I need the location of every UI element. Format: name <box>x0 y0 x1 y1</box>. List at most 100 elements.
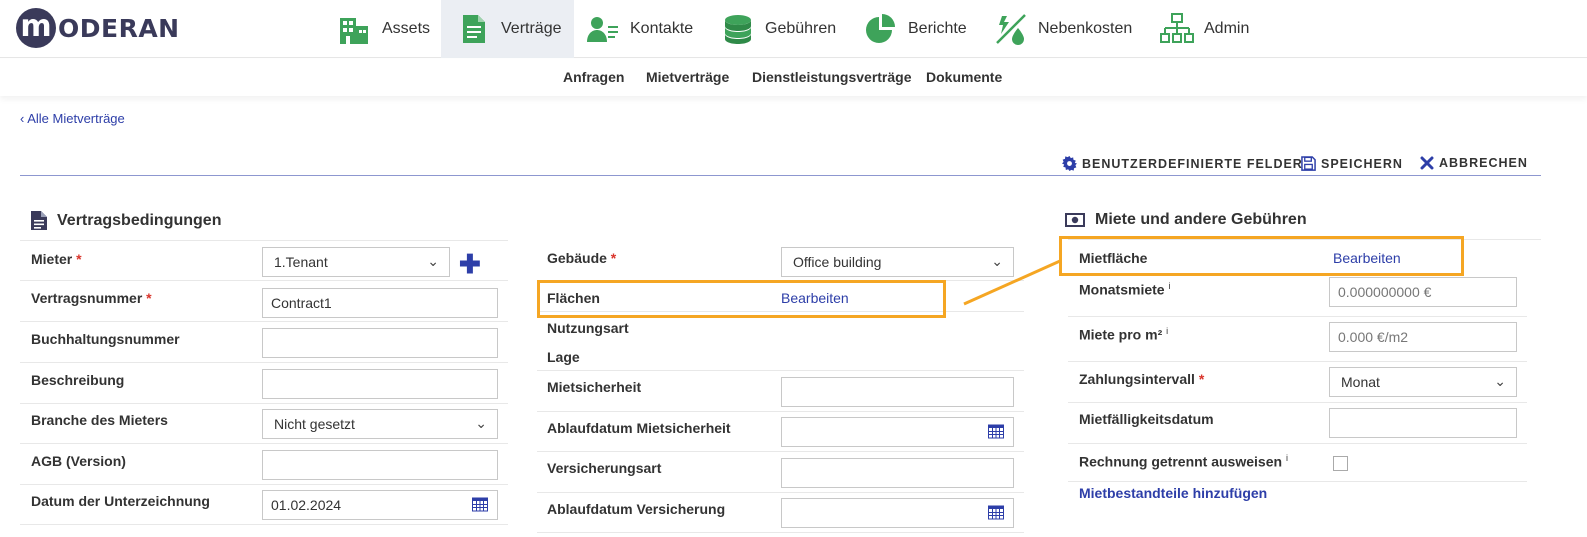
info-icon: i <box>1166 326 1169 336</box>
tenant-industry-label: Branche des Mieters <box>31 412 168 428</box>
save-label: SPEICHERN <box>1321 156 1403 171</box>
nav-berichte-label: Berichte <box>908 20 967 37</box>
deposit-expiry-label: Ablaufdatum Mietsicherheit <box>547 420 731 436</box>
nav-assets-label: Assets <box>382 20 431 37</box>
tenant-industry-select[interactable]: Nicht gesetzt ⌄ <box>262 409 498 439</box>
location-row: Lage <box>537 341 1024 371</box>
insurance-expiry-label: Ablaufdatum Versicherung <box>547 501 726 517</box>
rent-and-fees-heading: Miete und andere Gebühren <box>1065 211 1307 229</box>
location-label: Lage <box>547 349 580 365</box>
moderan-logo[interactable]: m ODERAN <box>16 8 180 48</box>
payment-interval-label: Zahlungsintervall * <box>1079 371 1205 387</box>
org-chart-icon <box>1160 12 1194 46</box>
calendar-icon[interactable] <box>472 497 488 512</box>
nav-kontakte[interactable]: Kontakte <box>586 0 704 58</box>
money-bill-icon <box>1065 213 1085 227</box>
nav-admin-label: Admin <box>1204 20 1250 37</box>
description-label: Beschreibung <box>31 372 125 388</box>
add-rent-components-link[interactable]: Mietbestandteile hinzufügen <box>1079 485 1267 501</box>
contact-card-icon <box>586 12 620 46</box>
coins-icon <box>721 12 755 46</box>
nav-gebuehren-label: Gebühren <box>765 20 837 37</box>
chevron-down-icon: ⌄ <box>1494 373 1506 389</box>
nav-admin[interactable]: Admin <box>1160 0 1260 58</box>
highlight-areas <box>537 280 946 318</box>
tenant-label: Mieter * <box>31 251 82 267</box>
usage-type-label: Nutzungsart <box>547 320 629 336</box>
rent-per-sqm-label: Miete pro m² i <box>1079 326 1169 343</box>
top-navigation-bar: m ODERAN Assets Verträge Kontakte Gebühr… <box>0 0 1587 58</box>
save-button[interactable]: SPEICHERN <box>1301 156 1403 171</box>
utilities-icon <box>994 12 1028 46</box>
tenant-select-value: 1.Tenant <box>274 254 328 270</box>
nav-vertraege-label: Verträge <box>501 20 562 37</box>
save-icon <box>1301 156 1316 171</box>
rent-due-date-input[interactable] <box>1329 408 1517 438</box>
deposit-expiry-input[interactable] <box>781 417 1014 447</box>
info-icon: i <box>1285 453 1288 463</box>
deposit-label: Mietsicherheit <box>547 379 642 395</box>
building-icon <box>338 12 372 46</box>
rent-due-date-label: Mietfälligkeitsdatum <box>1079 411 1214 427</box>
terms-version-label: AGB (Version) <box>31 453 126 469</box>
logo-badge: m <box>16 8 56 48</box>
subnav-mietvertraege[interactable]: Mietverträge <box>646 69 729 85</box>
building-select-value: Office building <box>793 254 882 270</box>
insurance-type-input[interactable] <box>781 458 1014 488</box>
gear-icon <box>1062 156 1077 171</box>
subnav-anfragen[interactable]: Anfragen <box>563 69 624 85</box>
contract-terms-title: Vertragsbedingungen <box>57 211 222 229</box>
toolbar-divider <box>20 175 1541 176</box>
info-icon: i <box>1168 281 1171 291</box>
terms-version-input[interactable] <box>262 450 498 480</box>
nav-vertraege[interactable]: Verträge <box>441 0 574 58</box>
sub-navigation: Anfragen Mietverträge Dienstleistungsver… <box>0 59 1587 96</box>
logo-wordmark: ODERAN <box>58 13 180 43</box>
nav-nebenkosten[interactable]: Nebenkosten <box>994 0 1144 58</box>
close-icon <box>1420 156 1434 170</box>
rent-and-fees-title: Miete und andere Gebühren <box>1095 211 1307 228</box>
insurance-expiry-input[interactable] <box>781 498 1014 528</box>
nav-assets[interactable]: Assets <box>326 0 438 58</box>
highlight-rental-area <box>1059 236 1464 276</box>
custom-fields-button[interactable]: BENUTZERDEFINIERTE FELDER <box>1062 156 1303 171</box>
payment-interval-value: Monat <box>1341 374 1380 390</box>
chevron-down-icon: ⌄ <box>475 415 487 431</box>
accounting-number-input[interactable] <box>262 328 498 358</box>
signing-date-value: 01.02.2024 <box>271 497 342 513</box>
nav-berichte[interactable]: Berichte <box>864 0 979 58</box>
accounting-number-label: Buchhaltungsnummer <box>31 331 180 347</box>
pie-chart-icon <box>864 12 898 46</box>
description-input[interactable] <box>262 369 498 399</box>
nav-kontakte-label: Kontakte <box>630 20 694 37</box>
deposit-input[interactable] <box>781 377 1014 407</box>
separate-invoice-checkbox[interactable] <box>1333 456 1348 471</box>
subnav-dokumente[interactable]: Dokumente <box>926 69 1002 85</box>
contract-number-label: Vertragsnummer * <box>31 290 152 306</box>
signing-date-label: Datum der Unterzeichnung <box>31 493 210 509</box>
highlight-connector-line <box>963 259 1061 306</box>
document-icon <box>457 12 491 46</box>
nav-nebenkosten-label: Nebenkosten <box>1038 20 1133 37</box>
insurance-type-label: Versicherungsart <box>547 460 662 476</box>
monthly-rent-label: Monatsmiete i <box>1079 281 1171 298</box>
back-to-all-contracts-link[interactable]: ‹ Alle Mietverträge <box>20 111 125 126</box>
calendar-icon[interactable] <box>988 424 1004 439</box>
nav-gebuehren[interactable]: Gebühren <box>721 0 846 58</box>
payment-interval-select[interactable]: Monat ⌄ <box>1329 367 1517 397</box>
cancel-button[interactable]: ABBRECHEN <box>1420 156 1528 170</box>
tenant-industry-value: Nicht gesetzt <box>274 416 355 432</box>
building-label: Gebäude * <box>547 250 617 266</box>
signing-date-input[interactable]: 01.02.2024 <box>262 490 498 520</box>
contract-terms-heading: Vertragsbedingungen <box>31 211 221 230</box>
rent-per-sqm-input[interactable]: 0.000 €/m2 <box>1329 322 1517 352</box>
calendar-icon[interactable] <box>988 505 1004 520</box>
contract-number-input[interactable]: Contract1 <box>262 288 498 318</box>
separate-invoice-label: Rechnung getrennt ausweisen i <box>1079 453 1288 470</box>
subnav-dienstleistungsvertraege[interactable]: Dienstleistungsverträge <box>752 69 912 85</box>
monthly-rent-input[interactable]: 0.000000000 € <box>1329 277 1517 307</box>
document-icon <box>31 211 47 230</box>
cancel-label: ABBRECHEN <box>1439 156 1528 170</box>
tenant-select[interactable]: 1.Tenant ⌄ <box>262 247 450 277</box>
add-tenant-button[interactable]: ✚ <box>459 251 481 277</box>
